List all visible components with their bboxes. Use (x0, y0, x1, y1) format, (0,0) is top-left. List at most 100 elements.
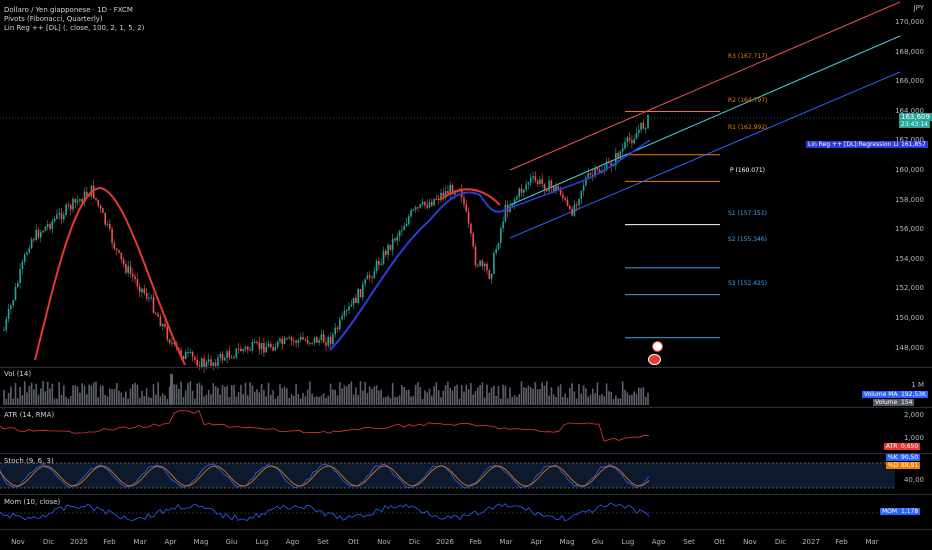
time-tick-label: Ago (651, 538, 666, 546)
stoch-axis-label: 40,00 (903, 476, 924, 484)
candle-body (345, 310, 348, 312)
atr-pane-title[interactable]: ATR (14, RMA) (4, 411, 54, 420)
candle-body (272, 347, 274, 351)
volume-bar (617, 398, 619, 405)
vol-pane-title[interactable]: Vol (14) (4, 370, 31, 379)
candle-body (401, 230, 403, 232)
pane-divider[interactable] (0, 367, 932, 368)
volume-bar (196, 383, 198, 405)
volume-bar (532, 388, 534, 405)
candle-body (587, 173, 589, 178)
volume-bar (635, 393, 638, 405)
pane-divider[interactable] (0, 529, 932, 530)
candle-body (513, 199, 516, 205)
volume-bar (207, 389, 210, 405)
pivots-indicator-label[interactable]: Pivots (Fibonacci, Quarterly) (4, 15, 103, 24)
pivot-r2-label: R2 (164.797) (728, 97, 768, 104)
candle-body (299, 337, 302, 340)
volume-bar (546, 381, 548, 405)
candle-body (380, 263, 382, 265)
candle-body (148, 297, 150, 299)
pane-divider[interactable] (0, 453, 932, 454)
candle-body (619, 151, 622, 159)
earnings-event-icon[interactable] (648, 354, 661, 365)
volume-bar (21, 395, 24, 405)
candle-body (352, 297, 355, 305)
candle-body (143, 288, 146, 294)
volume-bar (371, 388, 373, 405)
candle-body (504, 204, 507, 222)
volume-bar (647, 392, 649, 405)
volume-bar (127, 398, 129, 405)
candle-body (53, 218, 56, 222)
mom-pane-title[interactable]: Mom (10, close) (4, 498, 60, 507)
volume-bar (472, 394, 474, 405)
volume-bar (221, 385, 224, 405)
candle-body (318, 339, 320, 343)
pane-divider[interactable] (0, 494, 932, 495)
candle-body (477, 265, 479, 267)
volume-bar (539, 389, 541, 405)
candle-body (187, 352, 189, 354)
volume-bar (325, 397, 327, 405)
candle-body (152, 297, 155, 313)
volume-bar (582, 385, 585, 405)
volume-bar (387, 395, 389, 405)
candle-body (516, 196, 518, 200)
regression-lower-band (509, 71, 901, 239)
volume-bar (28, 386, 31, 405)
candle-body (433, 198, 435, 206)
candle-body (394, 238, 396, 241)
time-tick-label: 2025 (70, 538, 88, 546)
volume-bar (373, 386, 376, 405)
volume-bar (481, 382, 484, 405)
candle-body (161, 324, 164, 327)
linreg-indicator-label[interactable]: Lin Reg ++ [DL] (, close, 100, 2, 1, 5, … (4, 24, 144, 33)
volume-bar (348, 384, 350, 405)
candle-body (3, 329, 5, 331)
volume-bar (458, 398, 461, 405)
volume-bar (562, 397, 564, 405)
volume-bar (265, 396, 267, 405)
candle-body (23, 254, 26, 262)
candle-body (256, 341, 258, 343)
volume-bar (141, 390, 143, 405)
volume-bar (279, 384, 281, 405)
volume-bar (451, 390, 454, 405)
volume-bar (569, 388, 571, 405)
volume-bar (316, 396, 318, 405)
candle-body (7, 309, 10, 319)
candle-body (286, 338, 288, 340)
volume-bar (320, 395, 323, 405)
pivot-s1-label: S1 (157.151) (728, 210, 768, 217)
pane-divider[interactable] (0, 407, 932, 408)
time-tick-label: Ott (348, 538, 359, 546)
volume-bar (638, 387, 640, 405)
candle-body (127, 266, 129, 273)
volume-bar (270, 394, 272, 405)
vol-axis-label: 1 M (911, 381, 924, 389)
price-tick-label: 148,000 (895, 343, 924, 352)
ma-blue-line-1 (329, 191, 506, 351)
volume-bar (552, 394, 555, 405)
candle-body (624, 141, 626, 149)
volume-bar (493, 385, 495, 405)
price-chart[interactable] (0, 0, 932, 550)
candle-body (14, 287, 17, 301)
candle-body (502, 221, 504, 229)
candle-body (150, 297, 152, 299)
candle-body (642, 122, 645, 129)
volume-bar (228, 397, 231, 405)
candle-body (247, 346, 249, 350)
candle-body (449, 185, 451, 194)
event-flag-icon[interactable] (652, 341, 663, 352)
stoch-pane-title[interactable]: Stoch (9, 6, 3) (4, 457, 54, 466)
volume-bar (412, 395, 415, 405)
candle-body (145, 293, 148, 299)
volume-bar (444, 385, 447, 405)
candle-body (49, 224, 51, 229)
volume-bar (267, 382, 270, 405)
volume-bar (180, 381, 182, 405)
volume-bar (601, 393, 603, 405)
volume-bar (440, 397, 442, 405)
